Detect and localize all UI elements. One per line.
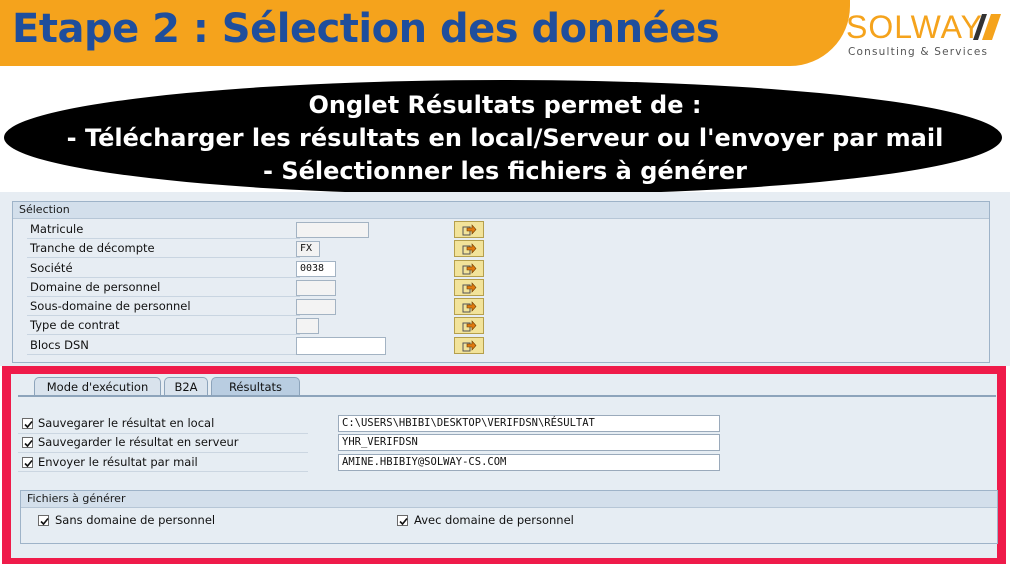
- sous-domaine-multiple-selection-button[interactable]: [454, 298, 484, 315]
- save-local-checkbox[interactable]: [22, 418, 33, 429]
- logo-subtitle: Consulting & Services: [848, 46, 989, 58]
- type-contrat-input[interactable]: [296, 318, 319, 334]
- callout-line-1: Onglet Résultats permet de :: [308, 91, 702, 119]
- selection-label-type-contrat: Type de contrat: [27, 317, 300, 335]
- type-contrat-multiple-selection-button[interactable]: [454, 317, 484, 334]
- title-banner: Etape 2 : Sélection des données: [0, 0, 850, 66]
- save-server-label: Sauvegarder le résultat en serveur: [38, 435, 239, 449]
- row-divider: [18, 452, 308, 453]
- checkmark-icon: [399, 517, 408, 526]
- tab-resultats[interactable]: Résultats: [211, 377, 300, 396]
- checkmark-icon: [40, 517, 49, 526]
- arrow-right-icon: [462, 301, 477, 313]
- slide-title: Etape 2 : Sélection des données: [12, 6, 720, 52]
- domaine-input[interactable]: [296, 280, 336, 296]
- arrow-right-icon: [462, 263, 477, 275]
- arrow-right-icon: [462, 243, 477, 255]
- avec-domaine-label: Avec domaine de personnel: [414, 513, 574, 527]
- sous-domaine-input[interactable]: [296, 299, 336, 315]
- societe-multiple-selection-button[interactable]: [454, 260, 484, 277]
- selection-label-societe: Société: [27, 260, 300, 278]
- selection-label-matricule: Matricule: [27, 221, 300, 239]
- avec-domaine-checkbox[interactable]: [397, 515, 408, 526]
- selection-label-domaine: Domaine de personnel: [27, 279, 300, 297]
- arrow-right-icon: [462, 340, 477, 352]
- files-frame-header: Fichiers à générer: [21, 491, 997, 508]
- server-file-input[interactable]: YHR_VERIFDSN: [338, 434, 720, 451]
- domaine-multiple-selection-button[interactable]: [454, 279, 484, 296]
- arrow-right-icon: [462, 320, 477, 332]
- societe-input[interactable]: 0038: [296, 261, 336, 277]
- selection-label-sous-domaine: Sous-domaine de personnel: [27, 298, 300, 316]
- matricule-input[interactable]: [296, 222, 369, 238]
- selection-label-blocs-dsn: Blocs DSN: [27, 337, 300, 355]
- tranche-input[interactable]: FX: [296, 241, 320, 257]
- arrow-right-icon: [462, 282, 477, 294]
- blocs-dsn-input[interactable]: [296, 337, 386, 355]
- send-mail-label: Envoyer le résultat par mail: [38, 455, 198, 469]
- tab-mode-execution[interactable]: Mode d'exécution: [34, 377, 161, 396]
- blocs-dsn-multiple-selection-button[interactable]: [454, 337, 484, 354]
- arrow-right-icon: [462, 224, 477, 236]
- tab-b2a[interactable]: B2A: [164, 377, 208, 396]
- tranche-multiple-selection-button[interactable]: [454, 240, 484, 257]
- matricule-multiple-selection-button[interactable]: [454, 221, 484, 238]
- checkmark-icon: [24, 439, 33, 448]
- local-path-input[interactable]: C:\USERS\HBIBI\DESKTOP\VERIFDSN\RÉSULTAT: [338, 415, 720, 432]
- send-mail-checkbox[interactable]: [22, 457, 33, 468]
- row-divider: [18, 471, 308, 472]
- callout-line-2: - Télécharger les résultats en local/Ser…: [66, 124, 944, 152]
- save-local-label: Sauvegarer le résultat en local: [38, 416, 215, 430]
- checkmark-icon: [24, 420, 33, 429]
- checkmark-icon: [24, 459, 33, 468]
- mail-address-input[interactable]: AMINE.HBIBIY@SOLWAY-CS.COM: [338, 454, 720, 471]
- logo-slash-icon: [973, 14, 1001, 40]
- selection-label-tranche: Tranche de décompte: [27, 240, 300, 258]
- logo-text: SOLWAY: [846, 9, 983, 45]
- selection-frame: Sélection Matricule Tranche de décompte …: [12, 201, 990, 363]
- sans-domaine-checkbox[interactable]: [38, 515, 49, 526]
- save-server-checkbox[interactable]: [22, 437, 33, 448]
- row-divider: [18, 433, 308, 434]
- sans-domaine-label: Sans domaine de personnel: [55, 513, 216, 527]
- callout-line-3: - Sélectionner les fichiers à générer: [263, 157, 747, 185]
- selection-frame-header: Sélection: [13, 202, 989, 219]
- solway-logo: SOLWAY Consulting & Services: [846, 10, 1006, 62]
